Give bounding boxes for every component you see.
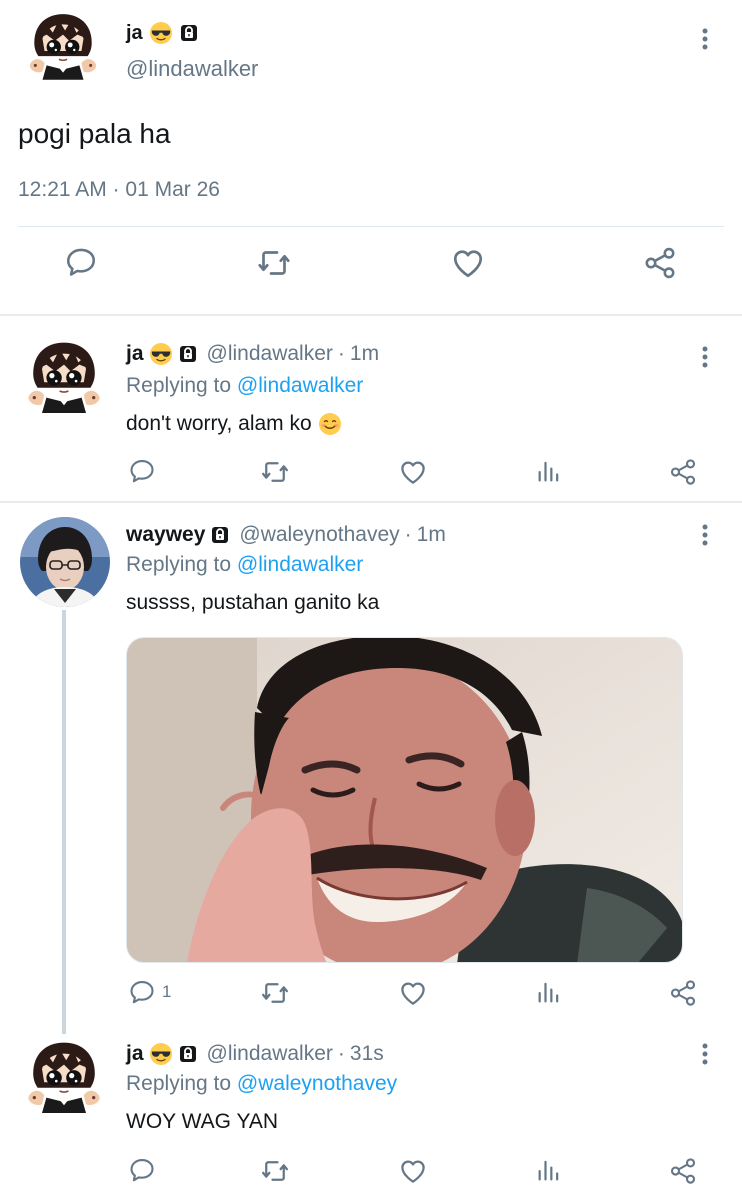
reply-count: 1 bbox=[162, 982, 172, 1001]
avatar[interactable] bbox=[20, 336, 110, 426]
avatar[interactable] bbox=[20, 517, 110, 607]
separator-dot: · bbox=[337, 1042, 345, 1065]
more-vertical-icon[interactable] bbox=[695, 1039, 715, 1069]
lock-icon bbox=[178, 344, 198, 364]
analytics-icon[interactable] bbox=[535, 457, 563, 485]
lock-icon bbox=[179, 23, 199, 43]
replying-to-label: Replying to bbox=[126, 374, 232, 397]
sunglasses-emoji-icon bbox=[149, 1042, 173, 1066]
author-row[interactable]: ja bbox=[126, 20, 199, 46]
display-name[interactable]: ja bbox=[126, 1042, 144, 1066]
reply-text-content: WOY WAG YAN bbox=[126, 1110, 279, 1133]
reply-text-content: sussss, pustahan ganito ka bbox=[126, 591, 380, 614]
like-icon[interactable] bbox=[398, 978, 428, 1008]
avatar[interactable] bbox=[22, 8, 104, 90]
retweet-icon[interactable] bbox=[260, 1156, 290, 1186]
sunglasses-emoji-icon bbox=[149, 21, 173, 45]
action-bar bbox=[0, 1156, 742, 1190]
reply-tweet[interactable]: ja @lindawalker · 31s Replying to @waley… bbox=[0, 1022, 742, 1200]
replying-to-label: Replying to bbox=[126, 553, 232, 576]
reply-age[interactable]: 31s bbox=[350, 1042, 384, 1066]
share-icon[interactable] bbox=[668, 457, 698, 487]
tweet-text: pogi pala ha bbox=[18, 118, 171, 149]
main-tweet: ja @lindawalker pogi pala ha 12:21 AM · … bbox=[0, 0, 742, 316]
tweet-date: 01 Mar 26 bbox=[125, 178, 220, 201]
like-icon[interactable] bbox=[450, 245, 486, 286]
reply-icon[interactable] bbox=[128, 1156, 162, 1184]
tweet-media-image[interactable] bbox=[126, 637, 683, 963]
replying-to-mention[interactable]: @lindawalker bbox=[237, 374, 363, 397]
username[interactable]: @waleynothavey bbox=[239, 523, 399, 547]
divider bbox=[18, 226, 724, 227]
action-bar: 1 bbox=[0, 978, 742, 1012]
replying-to-label: Replying to bbox=[126, 1072, 232, 1095]
reply-header: ja @lindawalker · 1m bbox=[126, 342, 379, 366]
reply-text: sussss, pustahan ganito ka bbox=[126, 591, 379, 615]
reply-header: ja @lindawalker · 31s bbox=[126, 1042, 384, 1066]
like-icon[interactable] bbox=[398, 1156, 428, 1186]
replying-to: Replying to @lindawalker bbox=[126, 553, 363, 577]
reply-age[interactable]: 1m bbox=[417, 523, 446, 547]
replying-to-mention[interactable]: @lindawalker bbox=[237, 553, 363, 576]
share-icon[interactable] bbox=[668, 978, 698, 1008]
timestamp[interactable]: 12:21 AM · 01 Mar 26 bbox=[18, 178, 220, 202]
username[interactable]: @lindawalker bbox=[126, 56, 258, 82]
reply-header: waywey @waleynothavey · 1m bbox=[126, 523, 446, 547]
timestamp-separator: · bbox=[112, 178, 120, 201]
separator-dot: · bbox=[337, 342, 345, 365]
display-name[interactable]: ja bbox=[126, 342, 144, 366]
reply-action-row: 1 bbox=[0, 976, 742, 1022]
reply-text-content: don't worry, alam ko bbox=[126, 412, 312, 435]
replying-to-mention[interactable]: @waleynothavey bbox=[237, 1072, 397, 1095]
retweet-icon[interactable] bbox=[256, 245, 292, 286]
reply-tweet[interactable]: ja @lindawalker · 1m Replying to @lindaw… bbox=[0, 316, 742, 502]
avatar[interactable] bbox=[20, 1036, 110, 1126]
analytics-icon[interactable] bbox=[535, 978, 563, 1006]
share-icon[interactable] bbox=[642, 245, 678, 286]
reply-icon[interactable]: 1 bbox=[128, 978, 171, 1006]
reply-icon[interactable] bbox=[128, 457, 162, 485]
reply-icon[interactable] bbox=[64, 245, 98, 284]
more-vertical-icon[interactable] bbox=[695, 520, 715, 550]
share-icon[interactable] bbox=[668, 1156, 698, 1186]
display-name[interactable]: waywey bbox=[126, 523, 205, 547]
lock-icon bbox=[178, 1044, 198, 1064]
sunglasses-emoji-icon bbox=[149, 342, 173, 366]
lock-icon bbox=[210, 525, 230, 545]
username[interactable]: @lindawalker bbox=[207, 342, 333, 366]
like-icon[interactable] bbox=[398, 457, 428, 487]
retweet-icon[interactable] bbox=[260, 457, 290, 487]
analytics-icon[interactable] bbox=[535, 1156, 563, 1184]
action-bar bbox=[0, 245, 742, 295]
tweet-time: 12:21 AM bbox=[18, 178, 107, 201]
reply-text: WOY WAG YAN bbox=[126, 1110, 278, 1134]
more-vertical-icon[interactable] bbox=[695, 342, 715, 372]
reply-age[interactable]: 1m bbox=[350, 342, 379, 366]
action-bar bbox=[0, 457, 742, 491]
display-name[interactable]: ja bbox=[126, 22, 143, 45]
reply-text: don't worry, alam ko bbox=[126, 412, 342, 436]
username[interactable]: @lindawalker bbox=[207, 1042, 333, 1066]
retweet-icon[interactable] bbox=[260, 978, 290, 1008]
replying-to: Replying to @waleynothavey bbox=[126, 1072, 397, 1096]
more-vertical-icon[interactable] bbox=[695, 24, 715, 54]
smiling-face-emoji-icon bbox=[318, 412, 342, 436]
replying-to: Replying to @lindawalker bbox=[126, 374, 363, 398]
separator-dot: · bbox=[404, 523, 412, 546]
